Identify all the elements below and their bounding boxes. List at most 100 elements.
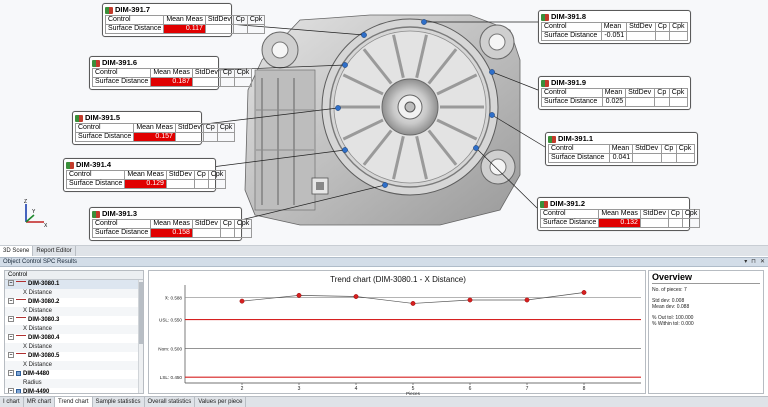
callout-title: DIM-391.2 — [540, 199, 687, 209]
overview-within-tol: % Within tol: 0.000 — [652, 321, 694, 327]
callout-control-label: Surface Distance — [541, 31, 602, 41]
callout-control-label: Surface Distance — [104, 24, 165, 34]
callout-col-header: Control — [541, 88, 603, 98]
data-point — [353, 294, 359, 299]
tab-values-per-piece[interactable]: Values per piece — [195, 397, 247, 407]
callout-col-header: Cp — [667, 209, 683, 219]
axis-z-label: Z — [24, 199, 27, 205]
control-tree-panel: Control – DIM-3080.1 X Distance – DIM-3080.2… — [4, 270, 144, 394]
axis-triad-icon: Z Y X — [24, 199, 48, 228]
callout-dim-391-3[interactable]: DIM-391.3 Control Mean Meas StdDev Cp Cpk Surf… — [89, 207, 253, 241]
tree-node[interactable]: – DIM-3080.5 — [5, 352, 143, 361]
tree-child-node[interactable]: X Distance — [5, 289, 143, 298]
tab-trend-chart[interactable]: Trend chart — [55, 397, 93, 407]
tree-node[interactable]: – DIM-4480 — [5, 370, 143, 379]
callout-stddev-value — [191, 77, 221, 87]
collapse-icon[interactable]: – — [8, 388, 14, 393]
tree-node[interactable]: – DIM-4490 — [5, 388, 143, 393]
collapse-icon[interactable]: – — [8, 316, 14, 323]
tab-mr-chart[interactable]: MR chart — [24, 397, 56, 407]
callout-dim-391-5[interactable]: DIM-391.5 Control Mean Meas StdDev Cp Cpk Surf… — [72, 111, 236, 145]
tree-node[interactable]: – DIM-3080.3 — [5, 316, 143, 325]
collapse-icon[interactable]: – — [8, 334, 14, 341]
tree-child-node[interactable]: X Distance — [5, 361, 143, 370]
callout-col-header: Cpk — [669, 22, 688, 32]
tree-node-label: DIM-4480 — [23, 371, 50, 377]
tab-i-chart[interactable]: I chart — [0, 397, 24, 407]
callout-col-header: StdDev — [191, 219, 221, 229]
control-tree-header: Control — [5, 271, 143, 280]
callout-col-header: Cp — [654, 88, 670, 98]
tab-sample-statistics[interactable]: Sample statistics — [93, 397, 145, 407]
callout-col-header: StdDev — [639, 209, 669, 219]
tree-child-node[interactable]: X Distance — [5, 307, 143, 316]
x-tick-label: 6 — [469, 386, 472, 392]
tab-3d-scene[interactable]: 3D Scene — [0, 246, 34, 256]
tree-node-label: DIM-3080.3 — [28, 317, 60, 323]
callout-col-header: Cpk — [233, 68, 253, 78]
callout-control-label: Surface Distance — [548, 153, 610, 163]
callout-control-label: Surface Distance — [74, 132, 135, 142]
axis-y-label: Y — [32, 209, 36, 215]
callout-title: DIM-391.8 — [541, 12, 688, 22]
radius-icon — [16, 388, 21, 393]
callout-dim-391-6[interactable]: DIM-391.6 Control Mean Meas StdDev Cp Cpk Surf… — [89, 56, 253, 90]
callout-dim-391-7[interactable]: DIM-391.7 Control Mean Meas StdDev Cp Cpk Surf… — [102, 3, 266, 37]
tree-scrollbar[interactable] — [138, 280, 143, 393]
tree-child-node[interactable]: X Distance — [5, 325, 143, 334]
tree-child-node[interactable]: X Distance — [5, 343, 143, 352]
callout-stddev-value — [625, 97, 656, 107]
callout-dim-391-9[interactable]: DIM-391.9 Control Mean StdDev Cp Cpk Surface D… — [538, 76, 691, 110]
callout-col-header: Control — [74, 123, 135, 133]
tree-node-label: X Distance — [23, 326, 53, 332]
callout-control-label: Surface Distance — [91, 228, 152, 238]
callout-col-header: StdDev — [174, 123, 204, 133]
collapse-icon[interactable]: – — [8, 298, 14, 305]
control-status-icon — [540, 200, 548, 208]
tree-node[interactable]: – DIM-3080.4 — [5, 334, 143, 343]
tree-node[interactable]: – DIM-3080.2 — [5, 298, 143, 307]
callout-name: DIM-391.2 — [550, 199, 586, 208]
control-status-icon — [548, 135, 556, 143]
callout-dim-391-4[interactable]: DIM-391.4 Control Mean Meas StdDev Cp Cpk Surf… — [63, 158, 227, 192]
control-status-icon — [92, 59, 100, 67]
tab-report-editor[interactable]: Report Editor — [33, 246, 76, 256]
callout-col-header: Mean Meas — [133, 123, 176, 133]
reference-line-label: USL: 0.550 — [159, 318, 182, 323]
callout-cp-value — [661, 153, 677, 163]
tree-scrollbar-thumb[interactable] — [139, 282, 143, 344]
collapse-icon[interactable]: – — [8, 352, 14, 359]
callout-cpk-value — [675, 153, 696, 163]
callout-col-header: Control — [65, 170, 126, 180]
tree-node-label: X Distance — [23, 344, 53, 350]
callout-title: DIM-391.3 — [92, 209, 239, 219]
collapse-icon[interactable]: – — [8, 280, 14, 287]
callout-mean-value: 0.158 — [150, 228, 193, 238]
callout-mean-value: 0.041 — [608, 153, 634, 163]
callout-col-header: Mean Meas — [150, 68, 193, 78]
panel-pin-icon[interactable]: ⊓ — [751, 258, 756, 267]
callout-cp-value — [219, 228, 235, 238]
data-point — [581, 290, 587, 295]
tree-node[interactable]: – DIM-3080.1 — [5, 280, 143, 289]
panel-close-icon[interactable]: ✕ — [760, 258, 765, 267]
callout-dim-391-8[interactable]: DIM-391.8 Control Mean StdDev Cp Cpk Surface D… — [538, 10, 691, 44]
callout-dim-391-2[interactable]: DIM-391.2 Control Mean Meas StdDev Cp Cpk Surf… — [537, 197, 701, 231]
tree-child-node[interactable]: Radius — [5, 379, 143, 388]
callout-cpk-value — [669, 31, 688, 41]
callout-col-header: Control — [548, 144, 610, 154]
callout-dim-391-1[interactable]: DIM-391.1 Control Mean StdDev Cp Cpk Surface D… — [545, 132, 698, 166]
tab-overall-statistics[interactable]: Overall statistics — [145, 397, 196, 407]
callout-stddev-value — [632, 153, 663, 163]
3d-scene-viewport[interactable]: DIM-391.7 Control Mean Meas StdDev Cp Cpk Surf… — [0, 0, 768, 245]
panel-menu-icon[interactable]: ▾ — [744, 258, 747, 267]
callout-cpk-value — [233, 77, 253, 87]
dimension-icon — [16, 317, 26, 321]
collapse-icon[interactable]: – — [8, 370, 14, 377]
callout-col-header: Mean Meas — [163, 15, 206, 25]
callout-control-label: Surface Distance — [539, 218, 600, 228]
x-tick-label: 4 — [355, 386, 358, 392]
callout-cpk-value — [681, 218, 701, 228]
callout-cpk-value — [668, 97, 689, 107]
tree-node-label: DIM-3080.2 — [28, 299, 60, 305]
